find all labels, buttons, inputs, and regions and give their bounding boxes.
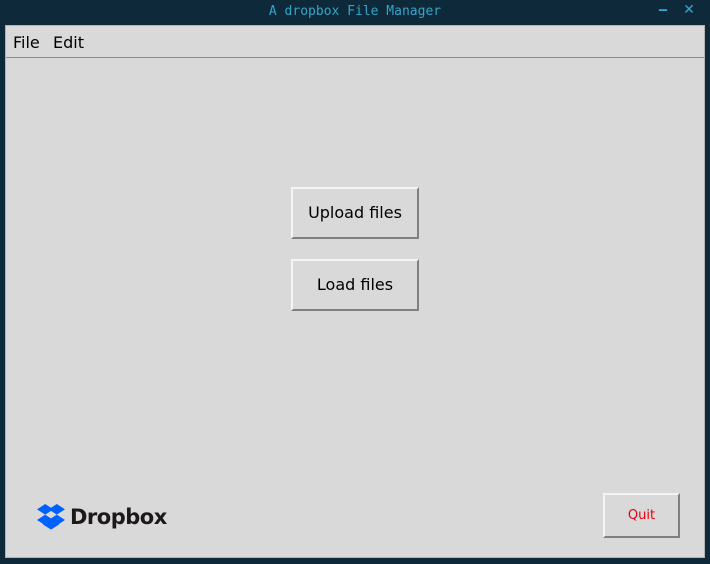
window-title: A dropbox File Manager <box>268 4 442 19</box>
minimize-icon[interactable]: ‒ <box>654 1 672 19</box>
load-files-button[interactable]: Load files <box>291 259 419 311</box>
upload-files-button[interactable]: Upload files <box>291 187 419 239</box>
title-bar[interactable]: A dropbox File Manager ‒ ✕ <box>0 0 710 24</box>
menu-file[interactable]: File <box>13 33 40 52</box>
main-panel: File Edit Upload files Load files Dropbo… <box>5 25 705 558</box>
dropbox-logo-icon <box>37 504 65 530</box>
dropbox-logo: Dropbox <box>36 502 167 532</box>
menu-bar: File Edit <box>6 26 704 58</box>
dropbox-wordmark: Dropbox <box>70 505 167 529</box>
close-icon[interactable]: ✕ <box>680 1 698 19</box>
quit-button[interactable]: Quit <box>603 493 680 538</box>
app-window: A dropbox File Manager ‒ ✕ File Edit Upl… <box>0 0 710 564</box>
menu-edit[interactable]: Edit <box>53 33 84 52</box>
